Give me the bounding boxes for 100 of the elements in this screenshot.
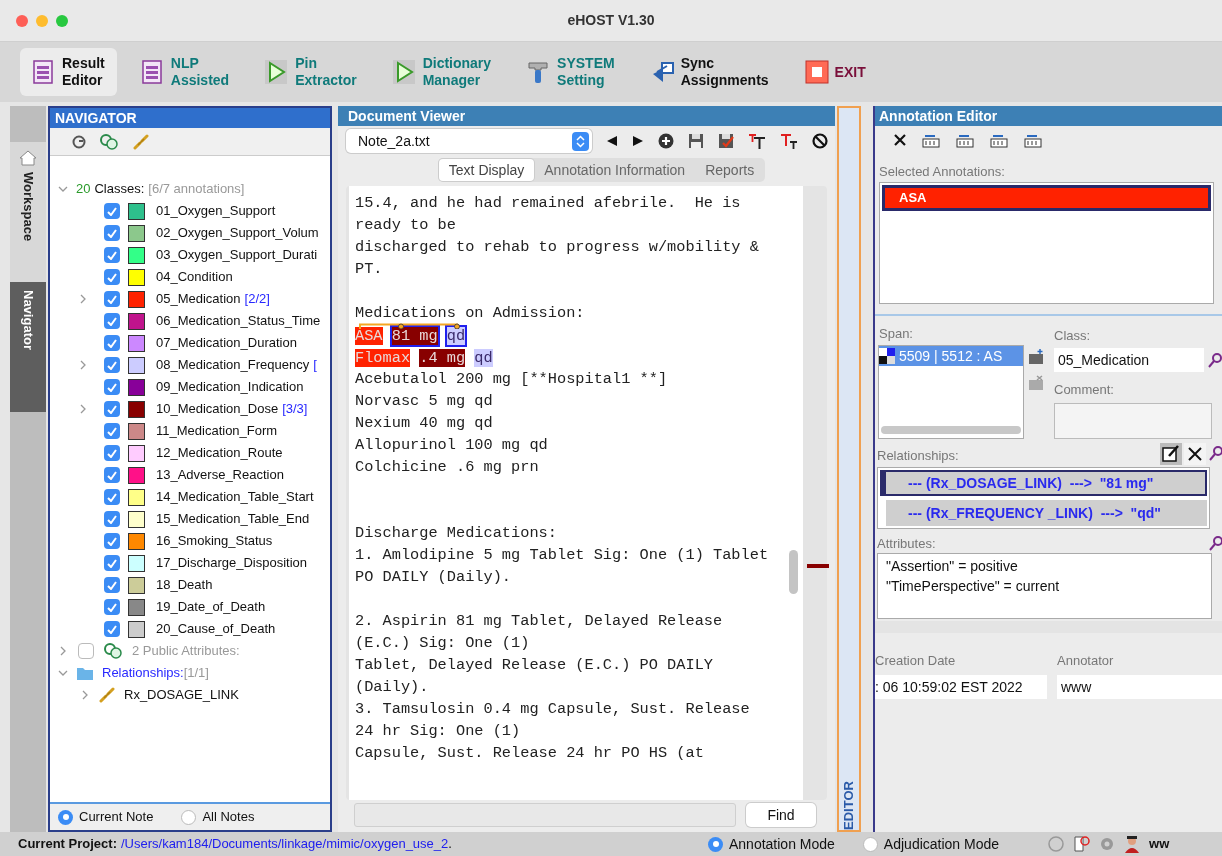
class-label[interactable]: 03_Oxygen_Support_Durati — [156, 245, 318, 265]
class-label[interactable]: 13_Adverse_Reaction — [156, 465, 284, 485]
class-label[interactable]: 15_Medication_Table_End — [156, 509, 310, 529]
class-label[interactable]: 09_Medication_Indication — [156, 377, 304, 397]
save-all-icon[interactable] — [718, 133, 734, 149]
annotated-span[interactable]: 81 mg — [391, 327, 438, 345]
side-tab[interactable]: Workspace — [10, 142, 46, 282]
tab[interactable]: Annotation Information — [534, 159, 696, 181]
class-label[interactable]: 06_Medication_Status_Time — [156, 311, 321, 331]
class-label[interactable]: 07_Medication_Duration — [156, 333, 297, 353]
checkbox[interactable] — [104, 203, 120, 219]
previous-icon[interactable] — [606, 135, 618, 147]
class-label[interactable]: 04_Condition — [156, 267, 233, 287]
checkbox[interactable] — [104, 467, 120, 483]
checkbox[interactable] — [104, 291, 120, 307]
collapse-chevron-icon[interactable] — [58, 184, 68, 194]
class-label[interactable]: 10_Medication_Dose — [156, 399, 279, 419]
checkbox[interactable] — [104, 533, 120, 549]
next-icon[interactable] — [632, 135, 644, 147]
class-label[interactable]: 17_Discharge_Disposition — [156, 553, 308, 573]
toolbar-button[interactable]: SYSTEM Setting — [515, 48, 627, 96]
document-search-icon[interactable] — [1073, 835, 1092, 853]
close-icon[interactable] — [1184, 443, 1206, 465]
checkbox[interactable] — [104, 599, 120, 615]
class-label[interactable]: 08_Medication_Frequency — [156, 355, 310, 375]
expand-chevron-icon[interactable] — [58, 646, 68, 656]
find-button[interactable]: Find — [746, 803, 816, 827]
radio-button[interactable]: Annotation Mode — [708, 833, 835, 855]
close-button[interactable] — [16, 14, 28, 27]
checkbox[interactable] — [104, 379, 120, 395]
checkbox[interactable] — [104, 577, 120, 593]
radio-button[interactable]: Current Note — [58, 807, 154, 827]
close-icon[interactable] — [893, 133, 907, 147]
date-field[interactable]: : 06 10:59:02 EST 2022 — [875, 674, 1047, 699]
tab[interactable]: Reports — [695, 159, 765, 181]
class-label[interactable]: 19_Date_of_Death — [156, 597, 266, 617]
tab[interactable]: Text Display — [438, 159, 535, 181]
checkbox[interactable] — [104, 489, 120, 505]
relationship-item[interactable]: --- (Rx_FREQUENCY _LINK) ---> "qd" — [886, 500, 1207, 526]
expand-chevron-icon[interactable] — [80, 690, 90, 700]
side-tab[interactable]: EDITOR — [837, 106, 861, 832]
class-label[interactable]: 02_Oxygen_Support_Volum — [156, 223, 319, 243]
checkbox[interactable] — [104, 511, 120, 527]
expand-chevron-icon[interactable] — [78, 294, 88, 304]
class-label[interactable]: 12_Medication_Route — [156, 443, 283, 463]
annotator-field[interactable]: www — [1057, 674, 1222, 699]
toolbar-button[interactable]: Sync Assignments — [638, 48, 781, 96]
collapse-chevron-icon[interactable] — [58, 668, 68, 678]
radio-button[interactable]: Adjudication Mode — [862, 833, 1000, 855]
checkbox[interactable] — [104, 269, 120, 285]
checkbox[interactable] — [104, 621, 120, 637]
toolbar-button[interactable]: NLP Assisted — [128, 48, 242, 96]
checkbox[interactable] — [104, 335, 120, 351]
radio-button[interactable]: All Notes — [181, 807, 255, 827]
class-label[interactable]: 18_Death — [156, 575, 213, 595]
add-icon[interactable] — [658, 133, 674, 149]
class-label[interactable]: 11_Medication_Form — [156, 421, 278, 441]
font-size-increase-icon[interactable] — [748, 133, 766, 149]
expand-chevron-icon[interactable] — [78, 404, 88, 414]
toolbar-button[interactable]: EXIT — [792, 48, 878, 96]
expand-chevron-icon[interactable] — [78, 360, 88, 370]
checkbox[interactable] — [104, 401, 120, 417]
side-tab[interactable]: Navigator — [10, 282, 46, 412]
add-span-icon[interactable] — [1028, 349, 1044, 365]
class-label[interactable]: 05_Medication — [156, 289, 241, 309]
relationship-item[interactable]: --- (Rx_DOSAGE_LINK) ---> "81 mg" — [880, 470, 1207, 496]
class-field[interactable]: 05_Medication — [1054, 348, 1204, 372]
checkbox[interactable] — [104, 225, 120, 241]
edit-icon[interactable] — [1160, 443, 1182, 465]
move-span-right-icon[interactable] — [955, 132, 975, 148]
scrollbar-thumb[interactable] — [789, 550, 798, 594]
checkbox[interactable] — [104, 555, 120, 571]
class-label[interactable]: 01_Oxygen_Support — [156, 201, 276, 221]
delete-span-icon[interactable] — [1028, 375, 1044, 391]
file-dropdown[interactable]: Note_2a.txt — [346, 129, 592, 153]
class-label[interactable]: 16_Smoking_Status — [156, 531, 273, 551]
checkbox[interactable] — [104, 423, 120, 439]
save-icon[interactable] — [688, 133, 704, 149]
class-label[interactable]: 14_Medication_Table_Start — [156, 487, 314, 507]
class-label[interactable]: 20_Cause_of_Death — [156, 619, 276, 639]
checkbox[interactable] — [104, 313, 120, 329]
font-size-decrease-icon[interactable] — [780, 133, 798, 149]
annotated-span[interactable]: qd — [474, 349, 493, 367]
tree-label[interactable]: Relationships: — [102, 663, 184, 683]
search-icon[interactable] — [1208, 533, 1222, 553]
annotated-span[interactable]: qd — [446, 327, 466, 345]
toolbar-button[interactable]: Pin Extractor — [253, 48, 369, 96]
toolbar-button[interactable]: Result Editor — [20, 48, 117, 96]
comment-field[interactable] — [1054, 402, 1212, 439]
scrollbar-thumb[interactable] — [881, 426, 1021, 434]
toolbar-button[interactable]: Dictionary Manager — [380, 48, 504, 96]
block-icon[interactable] — [812, 133, 828, 149]
checkbox[interactable] — [78, 643, 94, 659]
search-field[interactable] — [354, 803, 736, 827]
move-span-left-icon[interactable] — [921, 132, 941, 148]
tree-label[interactable]: Rx_DOSAGE_LINK — [124, 685, 239, 705]
extend-span-left-icon[interactable] — [989, 132, 1009, 148]
checkbox[interactable] — [104, 357, 120, 373]
annotated-span[interactable]: .4 mg — [419, 349, 466, 367]
zoom-button[interactable] — [56, 14, 68, 27]
